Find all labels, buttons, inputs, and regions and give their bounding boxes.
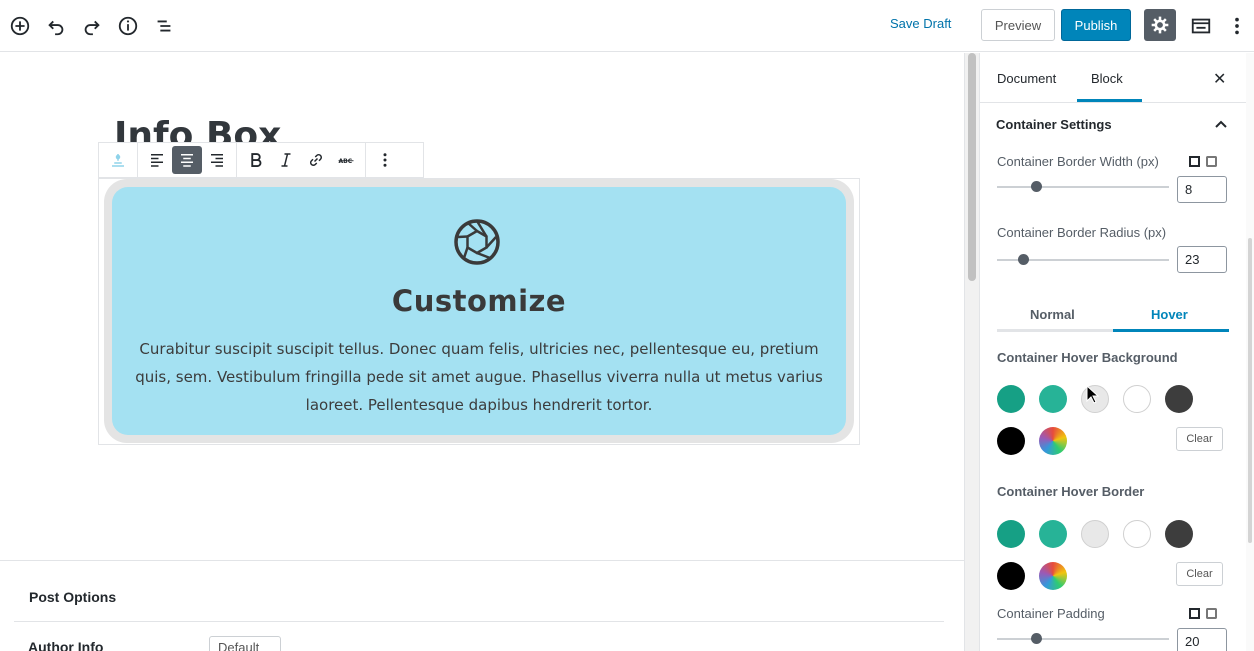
tab-normal[interactable]: Normal [1030,307,1075,322]
fullwidth-icon[interactable] [1188,13,1214,39]
strikethrough-icon[interactable]: ABC [331,146,361,174]
color-swatch-green[interactable] [1039,385,1067,413]
editor-header: Save Draft Preview Publish [0,0,1254,52]
editor-canvas: Info Box ABC Customize Curabitur suscipi… [0,53,964,651]
border-swatch-white[interactable] [1123,520,1151,548]
padding-input[interactable]: 20 [1177,628,1227,651]
sidebar-tabs: Document Block ✕ [980,53,1246,103]
border-width-slider-knob[interactable] [1031,181,1042,192]
padding-units[interactable] [1189,608,1217,620]
color-swatch-teal[interactable] [997,385,1025,413]
svg-text:ABC: ABC [339,158,353,165]
border-swatch-black[interactable] [997,562,1025,590]
save-draft-link[interactable]: Save Draft [890,16,951,31]
italic-icon[interactable] [271,146,301,174]
outline-icon[interactable] [151,13,177,39]
chevron-up-icon[interactable] [1214,117,1228,131]
tab-hover[interactable]: Hover [1151,307,1188,322]
border-swatch-light-gray[interactable] [1081,520,1109,548]
padding-label: Container Padding [997,606,1105,621]
add-block-icon[interactable] [7,13,33,39]
border-swatch-green[interactable] [1039,520,1067,548]
editor-scroll-thumb[interactable] [968,53,976,281]
post-options-title: Post Options [29,589,117,605]
hover-tab-line [1113,329,1229,332]
info-box-container[interactable]: Customize Curabitur suscipit suscipit te… [104,179,854,443]
sidebar-scrollbar[interactable] [1246,53,1254,651]
info-icon[interactable] [115,13,141,39]
link-icon[interactable] [301,146,331,174]
border-radius-slider[interactable] [997,254,1169,265]
border-radius-slider-knob[interactable] [1018,254,1029,265]
close-icon[interactable]: ✕ [1213,69,1226,89]
info-box-inner: Customize Curabitur suscipit suscipit te… [112,187,846,435]
color-swatch-dark-gray[interactable] [1165,385,1193,413]
tab-document[interactable]: Document [997,71,1056,86]
info-box-description[interactable]: Curabitur suscipit suscipit tellus. Done… [134,335,824,419]
post-options-panel: Post Options Author Info Default [0,560,964,651]
block-more-icon[interactable] [370,146,400,174]
normal-tab-line [997,329,1113,332]
redo-icon[interactable] [79,13,105,39]
mouse-cursor-icon [1086,385,1100,404]
hover-background-clear-button[interactable]: Clear [1176,427,1223,451]
hover-border-label: Container Hover Border [997,484,1145,499]
active-tab-indicator [1077,99,1142,102]
more-options-icon[interactable] [1224,13,1250,39]
border-swatch-dark-gray[interactable] [1165,520,1193,548]
block-toolbar: ABC [98,142,424,178]
preview-button[interactable]: Preview [981,9,1055,41]
border-radius-input[interactable]: 23 [1177,246,1227,273]
border-swatch-teal[interactable] [997,520,1025,548]
state-tabs: Normal Hover [997,298,1229,333]
padding-slider[interactable] [997,633,1169,644]
settings-sidebar: Document Block ✕ Container Settings Cont… [979,53,1246,651]
align-center-icon[interactable] [172,146,202,174]
color-swatch-white[interactable] [1123,385,1151,413]
author-info-select[interactable]: Default [209,636,281,651]
undo-icon[interactable] [43,13,69,39]
author-info-label: Author Info [28,639,104,651]
border-width-slider[interactable] [997,181,1169,192]
tab-block[interactable]: Block [1091,71,1123,86]
bold-icon[interactable] [241,146,271,174]
settings-gear-icon[interactable] [1144,9,1176,41]
padding-slider-knob[interactable] [1031,633,1042,644]
border-radius-label: Container Border Radius (px) [997,225,1167,240]
sidebar-scroll-thumb[interactable] [1248,238,1252,543]
hover-background-label: Container Hover Background [997,350,1178,365]
border-width-units[interactable] [1189,156,1217,168]
border-width-label: Container Border Width (px) [997,154,1159,169]
publish-button[interactable]: Publish [1061,9,1131,41]
info-box-heading[interactable]: Customize [112,284,846,318]
hover-border-clear-button[interactable]: Clear [1176,562,1223,586]
align-right-icon[interactable] [202,146,232,174]
border-width-input[interactable]: 8 [1177,176,1227,203]
editor-scrollbar[interactable] [964,53,979,651]
align-left-icon[interactable] [142,146,172,174]
panel-title[interactable]: Container Settings [996,117,1112,132]
border-custom-color-icon[interactable] [1039,562,1067,590]
block-type-icon[interactable] [103,146,133,174]
aperture-icon [454,219,500,265]
post-options-divider [14,621,944,622]
color-swatch-black[interactable] [997,427,1025,455]
custom-color-picker-icon[interactable] [1039,427,1067,455]
